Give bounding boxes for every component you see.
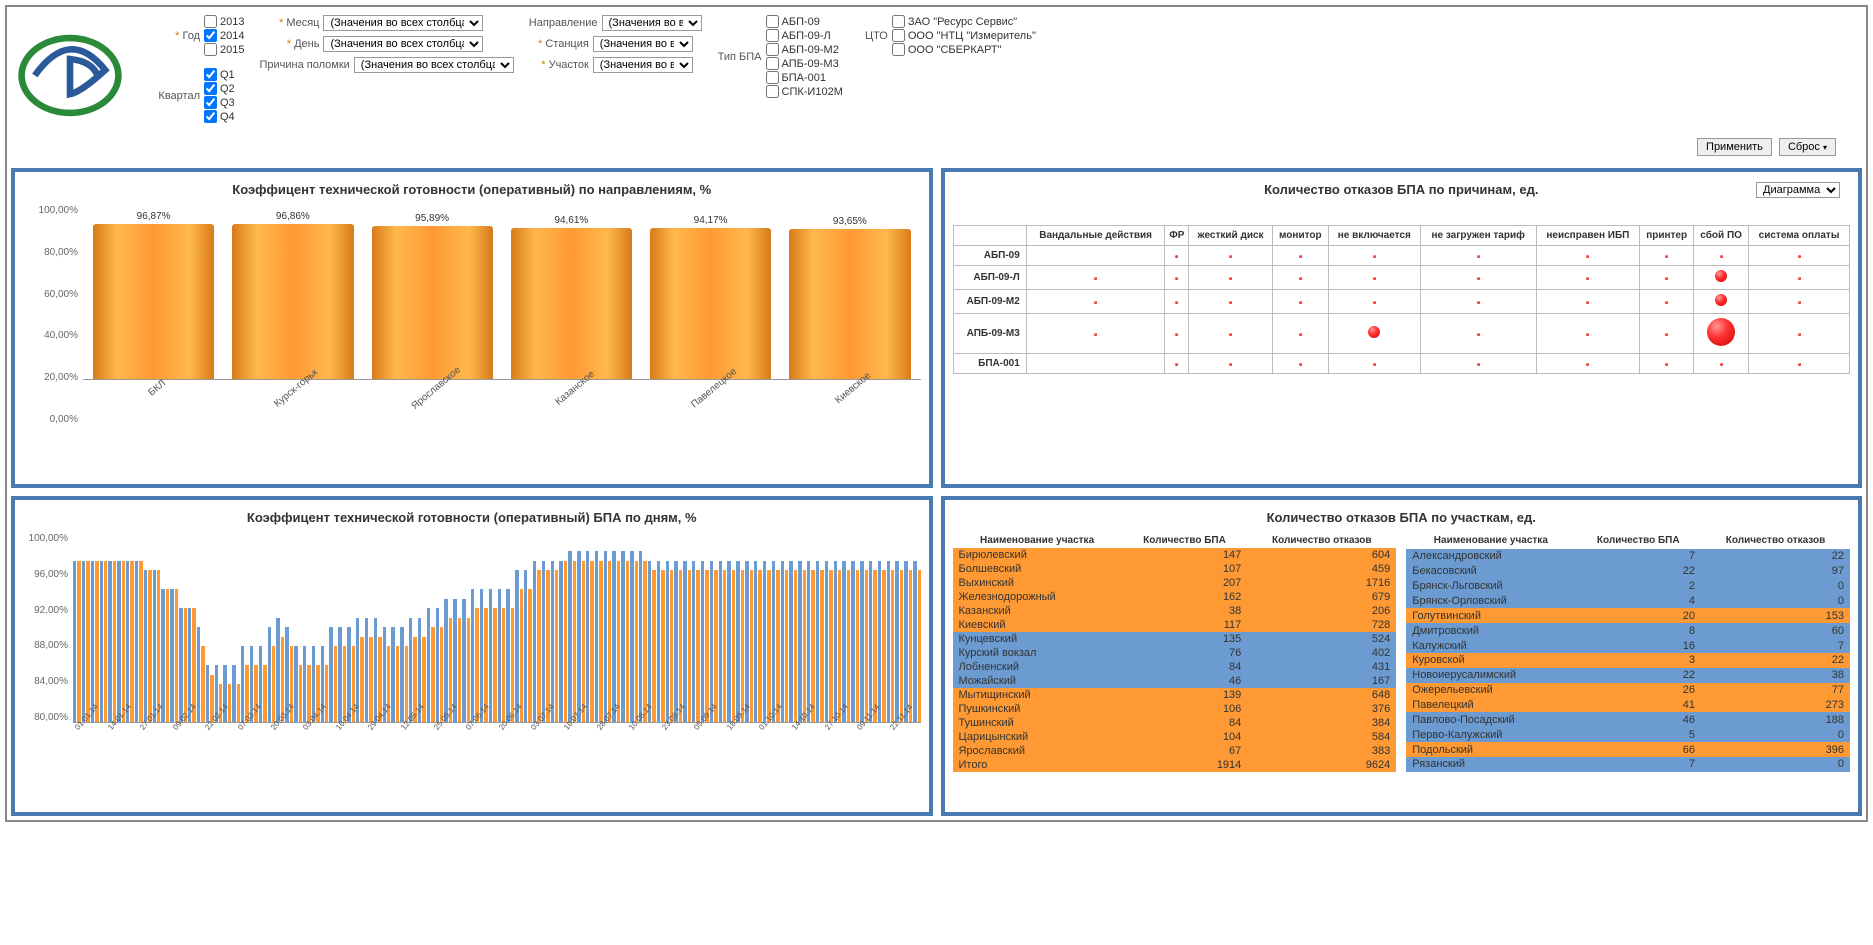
cto-checkbox-0[interactable]: [892, 15, 905, 28]
year-checkbox-1[interactable]: [204, 29, 217, 42]
bpa-type-checkbox-0[interactable]: [766, 15, 779, 28]
bpa-type-checkbox-2[interactable]: [766, 43, 779, 56]
quarter-checkbox-2[interactable]: [204, 96, 217, 109]
quarter-checkbox-0[interactable]: [204, 68, 217, 81]
year-checkbox-0[interactable]: [204, 15, 217, 28]
bpa-type-checkbox-1[interactable]: [766, 29, 779, 42]
panel-failures-reasons: Количество отказов БПА по причинам, ед. …: [941, 168, 1863, 488]
bpa-type-checkbox-5[interactable]: [766, 85, 779, 98]
direction-select[interactable]: (Значения во всех с: [602, 15, 702, 31]
month-select[interactable]: (Значения во всех столбцах): [323, 15, 483, 31]
cto-checkbox-1[interactable]: [892, 29, 905, 42]
bpa-type-checkbox-3[interactable]: [766, 57, 779, 70]
diagram-type-select[interactable]: Диаграмма: [1756, 182, 1840, 198]
area-select[interactable]: (Значения во всех с: [593, 57, 693, 73]
quarter-checkbox-3[interactable]: [204, 110, 217, 123]
reason-select[interactable]: (Значения во всех столбцах): [354, 57, 514, 73]
year-checkbox-2[interactable]: [204, 43, 217, 56]
apply-button[interactable]: Применить: [1697, 138, 1772, 156]
filters-bar: Год 201320142015 Квартал Q1Q2Q3Q4 Месяц(…: [7, 7, 1866, 134]
logo: [15, 15, 125, 125]
reset-button[interactable]: Сброс ▾: [1779, 138, 1836, 156]
day-select[interactable]: (Значения во всех столбцах): [323, 36, 483, 52]
bpa-type-checkbox-4[interactable]: [766, 71, 779, 84]
cto-checkbox-2[interactable]: [892, 43, 905, 56]
station-select[interactable]: (Значения во всех с: [593, 36, 693, 52]
panel-failures-areas: Количество отказов БПА по участкам, ед. …: [941, 496, 1863, 816]
quarter-checkbox-1[interactable]: [204, 82, 217, 95]
panel-readiness-directions: Коэффицент технической готовности (опера…: [11, 168, 933, 488]
panel-readiness-days: Коэффицент технической готовности (опера…: [11, 496, 933, 816]
